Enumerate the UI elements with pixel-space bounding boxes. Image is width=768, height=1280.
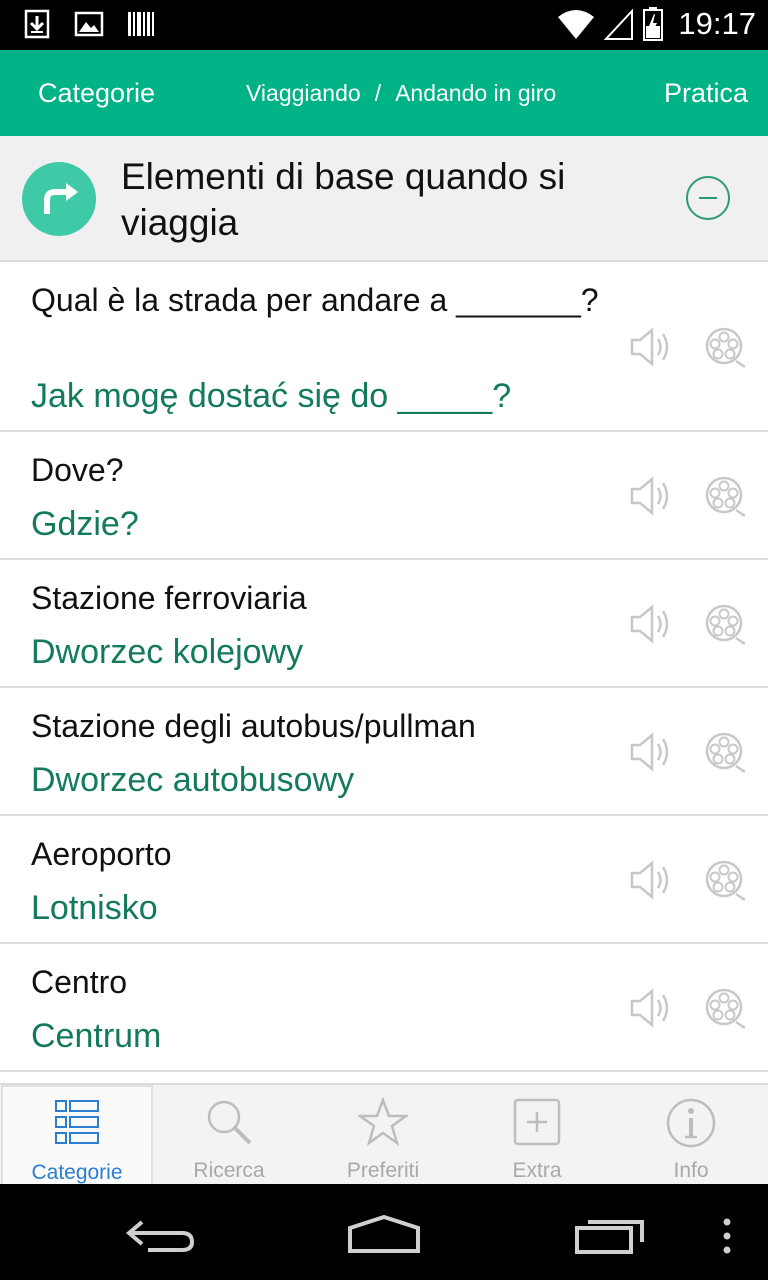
film-reel-icon[interactable] (703, 602, 747, 646)
action-bar: Categorie Viaggiando / Andando in giro P… (0, 50, 768, 136)
tab-label: Extra (512, 1159, 562, 1182)
info-icon (666, 1098, 716, 1148)
phrase-list: Qual è la strada per andare a _______? J… (0, 262, 768, 1072)
tab-categorie[interactable]: Categorie (1, 1085, 153, 1184)
tab-label: Categorie (31, 1161, 123, 1184)
signal-icon (604, 8, 634, 40)
phrase-italian: Centro (31, 964, 128, 1000)
list-item[interactable]: Dove? Gdzie? (0, 432, 768, 560)
list-item[interactable]: Centro Centrum (0, 944, 768, 1072)
film-reel-icon[interactable] (703, 986, 747, 1030)
film-reel-icon[interactable] (703, 325, 747, 369)
phrase-italian: Stazione degli autobus/pullman (31, 708, 476, 744)
phrase-italian: Dove? (31, 452, 124, 488)
film-reel-icon[interactable] (703, 474, 747, 518)
section-title: Elementi di base quando si viaggia (121, 156, 566, 243)
tab-info[interactable]: Info (615, 1085, 767, 1184)
film-reel-icon[interactable] (703, 730, 747, 774)
breadcrumb-item-travel[interactable]: Viaggiando (246, 80, 361, 107)
tab-label: Preferiti (346, 1159, 420, 1182)
minus-circle-icon[interactable] (686, 176, 730, 220)
list-item[interactable]: Aeroporto Lotnisko (0, 816, 768, 944)
recent-apps-icon[interactable] (574, 1218, 646, 1254)
tab-label: Info (673, 1159, 709, 1182)
navigation-bar (0, 1184, 768, 1280)
turn-right-arrow-icon (22, 162, 96, 236)
plus-box-icon (513, 1098, 561, 1146)
barcode-icon (128, 12, 154, 36)
bottom-tab-bar: Categorie Ricerca Preferiti Extra Info (0, 1083, 768, 1184)
list-item[interactable]: Qual è la strada per andare a _______? J… (0, 262, 768, 432)
speaker-icon[interactable] (628, 476, 674, 516)
breadcrumb-separator: / (374, 80, 382, 106)
battery-icon (643, 7, 664, 41)
search-icon (207, 1100, 252, 1145)
speaker-icon[interactable] (628, 327, 674, 367)
film-reel-icon[interactable] (703, 858, 747, 902)
categories-button[interactable]: Categorie (38, 78, 155, 109)
section-header[interactable]: Elementi di base quando si viaggia (0, 136, 768, 262)
list-item[interactable]: Stazione ferroviaria Dworzec kolejowy (0, 560, 768, 688)
tab-label: Ricerca (193, 1159, 265, 1182)
speaker-icon[interactable] (628, 604, 674, 644)
phrase-polish: Lotnisko (31, 889, 158, 927)
wifi-icon (558, 10, 595, 39)
phrase-italian: Aeroporto (31, 836, 172, 872)
breadcrumb: Viaggiando / Andando in giro (246, 80, 556, 107)
overflow-menu-icon[interactable] (720, 1216, 734, 1256)
tab-extra[interactable]: Extra (461, 1085, 613, 1184)
phrase-polish: Dworzec autobusowy (31, 761, 355, 799)
phrase-polish: Gdzie? (31, 505, 139, 543)
phrase-polish: Centrum (31, 1017, 162, 1055)
speaker-icon[interactable] (628, 732, 674, 772)
tab-ricerca[interactable]: Ricerca (153, 1085, 305, 1184)
status-bar: 19:17 (0, 0, 768, 50)
speaker-icon[interactable] (628, 860, 674, 900)
speaker-icon[interactable] (628, 988, 674, 1028)
image-icon (74, 11, 104, 37)
home-icon[interactable] (346, 1214, 422, 1254)
list-item[interactable]: Stazione degli autobus/pullman Dworzec a… (0, 688, 768, 816)
clock: 19:17 (678, 6, 756, 41)
phrase-polish: Dworzec kolejowy (31, 633, 304, 671)
star-icon (358, 1097, 408, 1147)
practice-button[interactable]: Pratica (664, 78, 748, 109)
breadcrumb-item-getting-around[interactable]: Andando in giro (395, 80, 556, 107)
tab-preferiti[interactable]: Preferiti (307, 1085, 459, 1184)
download-icon (24, 9, 50, 39)
phrase-polish: Jak mogę dostać się do _____? (31, 377, 512, 415)
phrase-italian: Qual è la strada per andare a _______? (31, 282, 599, 318)
list-icon (55, 1100, 99, 1144)
back-icon[interactable] (124, 1216, 196, 1252)
phrase-italian: Stazione ferroviaria (31, 580, 307, 616)
